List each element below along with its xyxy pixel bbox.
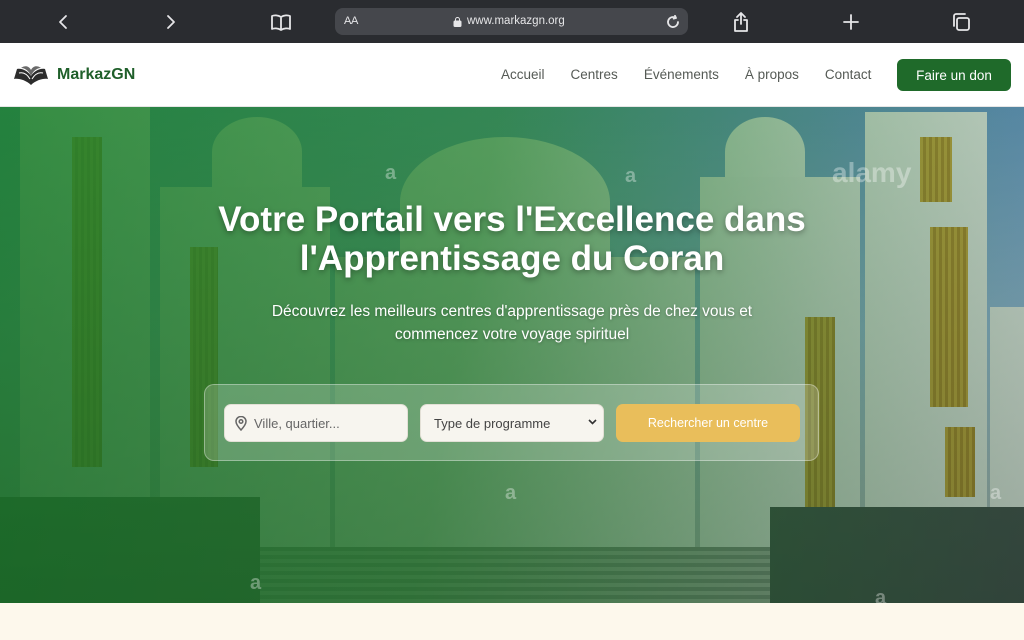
search-centre-button[interactable]: Rechercher un centre	[616, 404, 800, 442]
hero-subtitle-line1: Découvrez les meilleurs centres d'appren…	[271, 303, 753, 320]
browser-toolbar: AA www.markazgn.org	[0, 0, 1024, 43]
nav-centres[interactable]: Centres	[571, 67, 618, 82]
nav-contact[interactable]: Contact	[825, 67, 872, 82]
hero-subtitle: Découvrez les meilleurs centres d'appren…	[212, 300, 812, 346]
address-bar[interactable]: AA www.markazgn.org	[335, 8, 688, 35]
share-icon[interactable]	[728, 9, 754, 35]
donate-button[interactable]: Faire un don	[897, 59, 1011, 91]
watermark: a	[625, 165, 637, 187]
new-tab-icon[interactable]	[838, 9, 864, 35]
back-icon[interactable]	[50, 9, 76, 35]
text-size-button[interactable]: AA	[344, 15, 358, 27]
brand-name: MarkazGN	[57, 66, 136, 83]
hero-subtitle-line2: commencez votre voyage spirituel	[394, 326, 630, 343]
location-input[interactable]: Ville, quartier...	[224, 404, 408, 442]
url-display[interactable]: www.markazgn.org	[453, 15, 565, 27]
program-type-select[interactable]: Type de programme	[420, 404, 604, 442]
watermark: a	[505, 482, 517, 504]
open-book-hands-icon	[14, 66, 48, 85]
program-type-value: Type de programme	[434, 415, 551, 431]
map-pin-icon	[235, 415, 247, 431]
hero-title-line2: l'Apprentissage du Coran	[299, 239, 725, 278]
nav-accueil[interactable]: Accueil	[501, 67, 545, 82]
watermark: a	[990, 482, 1002, 504]
search-panel: Ville, quartier... Type de programme Rec…	[204, 384, 819, 461]
watermark: a	[250, 572, 262, 594]
watermark: a	[385, 162, 397, 184]
reload-icon[interactable]	[663, 12, 682, 31]
next-section-band	[0, 603, 1024, 640]
main-nav: Accueil Centres Événements À propos Cont…	[501, 67, 897, 82]
watermark: a	[875, 587, 887, 603]
forward-icon[interactable]	[158, 9, 184, 35]
location-placeholder: Ville, quartier...	[254, 415, 340, 431]
watermark: alamy	[832, 157, 912, 188]
tabs-icon[interactable]	[948, 9, 974, 35]
site-header: MarkazGN Accueil Centres Événements À pr…	[0, 43, 1024, 107]
bookmarks-icon[interactable]	[268, 9, 294, 35]
nav-evenements[interactable]: Événements	[644, 67, 719, 82]
url-text: www.markazgn.org	[467, 15, 565, 27]
brand-logo[interactable]: MarkazGN	[13, 61, 135, 89]
nav-a-propos[interactable]: À propos	[745, 67, 799, 82]
chevron-down-icon	[588, 419, 597, 425]
hero-title: Votre Portail vers l'Excellence dans l'A…	[150, 200, 874, 278]
hero-title-line1: Votre Portail vers l'Excellence dans	[218, 200, 806, 239]
hero-section: a alamy a a a a a Votre Portail vers l'E…	[0, 107, 1024, 603]
lock-icon	[453, 16, 462, 27]
